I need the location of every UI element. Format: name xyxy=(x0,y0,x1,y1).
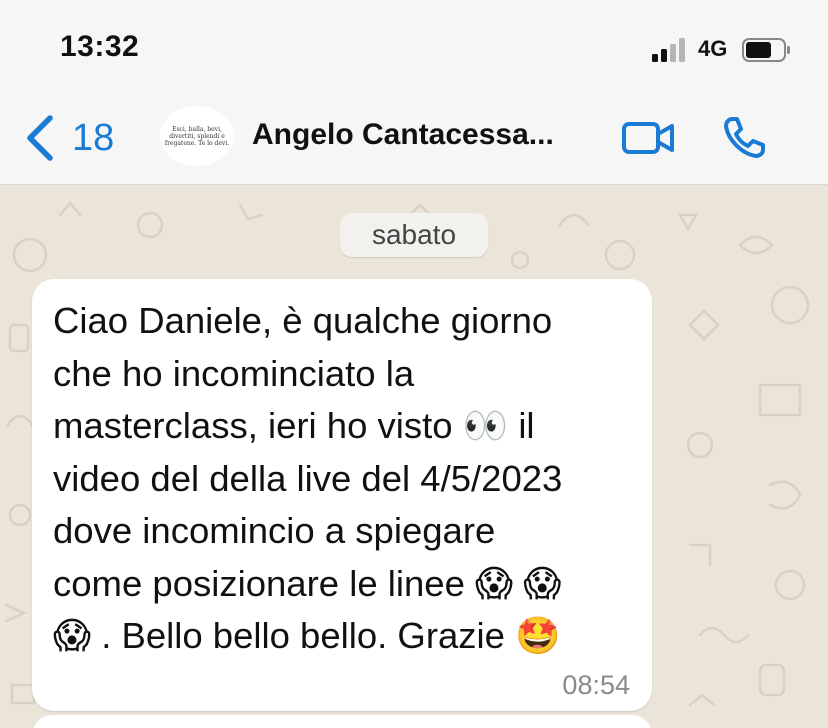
cellular-signal-icon xyxy=(652,38,685,62)
message-time: 08:54 xyxy=(562,670,630,700)
unread-count: 18 xyxy=(72,116,115,159)
date-separator: sabato xyxy=(340,213,488,257)
avatar[interactable]: Esci, balla, bevi, divertiti, splendi e … xyxy=(160,106,234,166)
contact-name[interactable]: Angelo Cantacessa... xyxy=(252,118,554,152)
whatsapp-chat-screen: 13:32 4G 18 Esci, balla, bevi, divertiti… xyxy=(0,0,828,728)
message-text: Ciao Daniele, è qualche giorno che ho in… xyxy=(53,300,563,656)
video-camera-icon[interactable] xyxy=(620,116,676,160)
next-message-bubble[interactable] xyxy=(32,715,652,728)
top-bar: 13:32 4G 18 Esci, balla, bevi, divertiti… xyxy=(0,0,828,185)
network-type: 4G xyxy=(698,36,728,61)
status-time: 13:32 xyxy=(60,30,140,63)
battery-icon xyxy=(742,38,790,62)
back-button[interactable]: 18 xyxy=(22,108,114,168)
phone-icon[interactable] xyxy=(720,114,768,162)
chevron-left-icon xyxy=(27,115,53,161)
message-bubble[interactable]: Ciao Daniele, è qualche giorno che ho in… xyxy=(32,279,652,711)
chat-area[interactable]: sabato Ciao Daniele, è qualche giorno ch… xyxy=(0,185,828,728)
